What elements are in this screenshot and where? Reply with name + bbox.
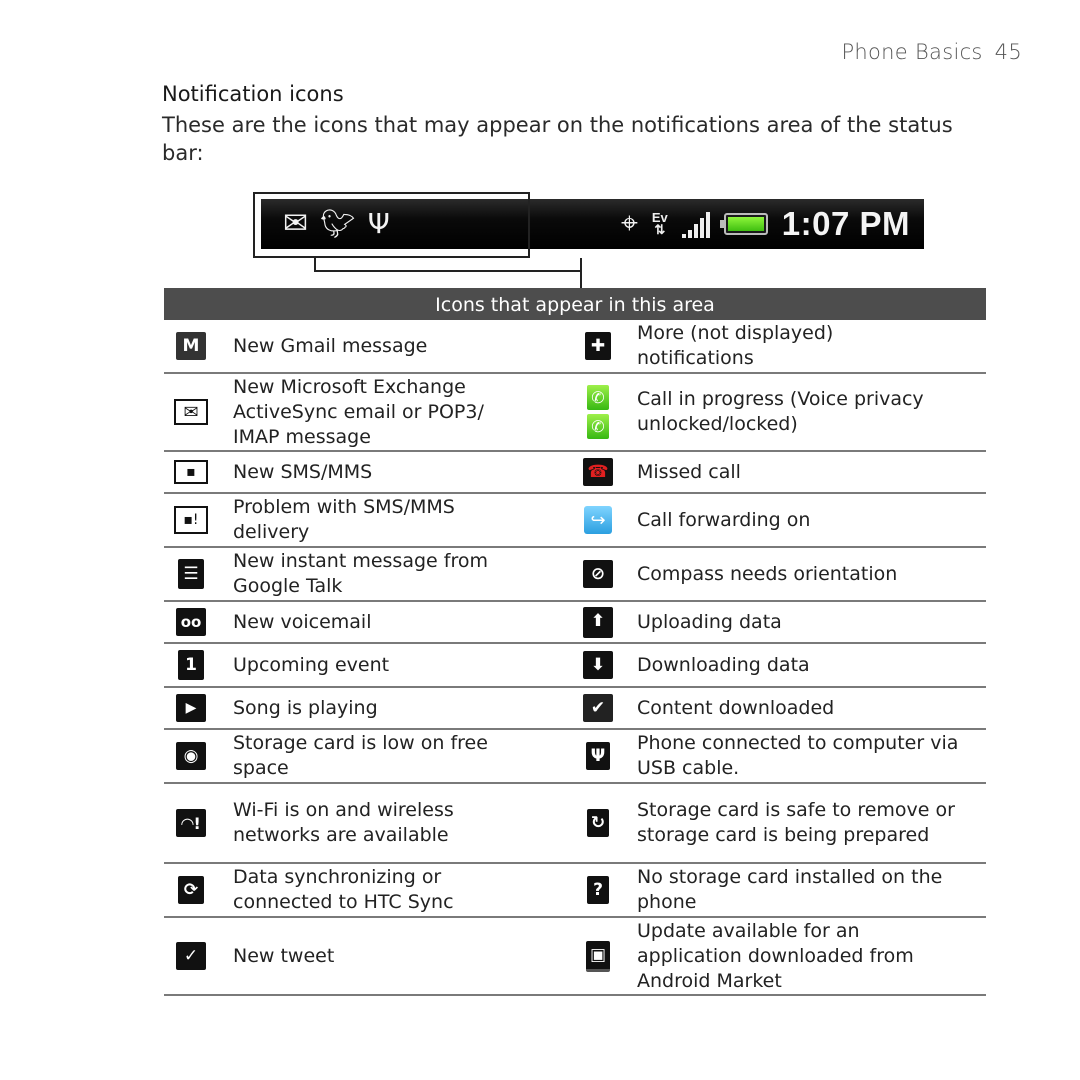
compass-icon: ⊘: [581, 559, 615, 589]
callout-connector-tail: [580, 270, 582, 288]
table-row: ▶ Song is playing ✔ Content downloaded: [164, 688, 986, 730]
usb-connected-icon: Ψ: [581, 741, 615, 771]
section-title: Notification icons: [162, 82, 344, 106]
table-row: ◉ Storage card is low on free space Ψ Phon…: [164, 730, 986, 784]
table-row: ✉ New Microsoft Exchange ActiveSync email…: [164, 374, 986, 452]
wifi-icon: ◠!: [174, 808, 208, 838]
voicemail-icon: oo: [174, 607, 208, 637]
sms-icon: ▪: [174, 457, 208, 487]
table-row: ⟳ Data synchronizing or connected to HTC …: [164, 864, 986, 918]
table-row: ✓ New tweet ▣ Update available for an appl…: [164, 918, 986, 996]
no-storage-card-icon: ?: [581, 875, 615, 905]
content-downloaded-icon: ✔: [581, 693, 615, 723]
gps-icon: ⌖: [620, 206, 638, 241]
google-talk-icon: ☰: [174, 559, 208, 589]
app-update-icon: ▣: [581, 940, 615, 972]
table-row: oo New voicemail ⬆ Uploading data: [164, 602, 986, 644]
notification-icons-table: Icons that appear in this area M New Gmai…: [164, 288, 986, 996]
callout-connector: [314, 258, 582, 272]
storage-safe-remove-icon: ↻: [581, 808, 615, 838]
sync-icon: ⟳: [174, 875, 208, 905]
tweet-icon: ✓: [174, 941, 208, 971]
download-icon: ⬇: [581, 650, 615, 680]
signal-icon: [681, 210, 710, 238]
notification-area-callout: [253, 192, 530, 258]
table-row: M New Gmail message ✚ More (not displayed)…: [164, 320, 986, 374]
missed-call-icon: ☎: [581, 457, 615, 487]
ev-data-icon: Ev ⇅: [651, 210, 668, 237]
table-row: ◠! Wi-Fi is on and wireless networks are …: [164, 784, 986, 864]
calendar-icon: 1: [174, 650, 208, 680]
table-header: Icons that appear in this area: [164, 288, 986, 320]
play-icon: ▶: [174, 693, 208, 723]
section-name: Phone Basics: [841, 40, 983, 64]
page-number: 45: [994, 40, 1022, 64]
table-row: ▪ New SMS/MMS ☎ Missed call: [164, 452, 986, 494]
status-area: ⌖ Ev ⇅ 1:07 PM: [621, 205, 924, 243]
status-time: 1:07 PM: [781, 205, 910, 242]
battery-level: [727, 217, 764, 231]
email-icon: ✉: [174, 397, 208, 427]
call-forwarding-icon: ↪: [581, 505, 615, 535]
sms-problem-icon: ▪!: [174, 505, 208, 535]
battery-icon: [719, 213, 768, 235]
table-row: ▪! Problem with SMS/MMS delivery ↪ Call fo…: [164, 494, 986, 548]
table-row: 1 Upcoming event ⬇ Downloading data: [164, 644, 986, 688]
more-notifications-icon: ✚: [581, 331, 615, 361]
storage-low-icon: ◉: [174, 741, 208, 771]
intro-paragraph: These are the icons that may appear on t…: [162, 113, 953, 165]
table-row: ☰ New instant message from Google Talk ⊘ C…: [164, 548, 986, 602]
call-in-progress-icon: ✆ ✆: [581, 385, 615, 439]
gmail-icon: M: [174, 331, 208, 361]
upload-icon: ⬆: [581, 606, 615, 638]
running-header: Phone Basics 45: [841, 40, 1022, 64]
